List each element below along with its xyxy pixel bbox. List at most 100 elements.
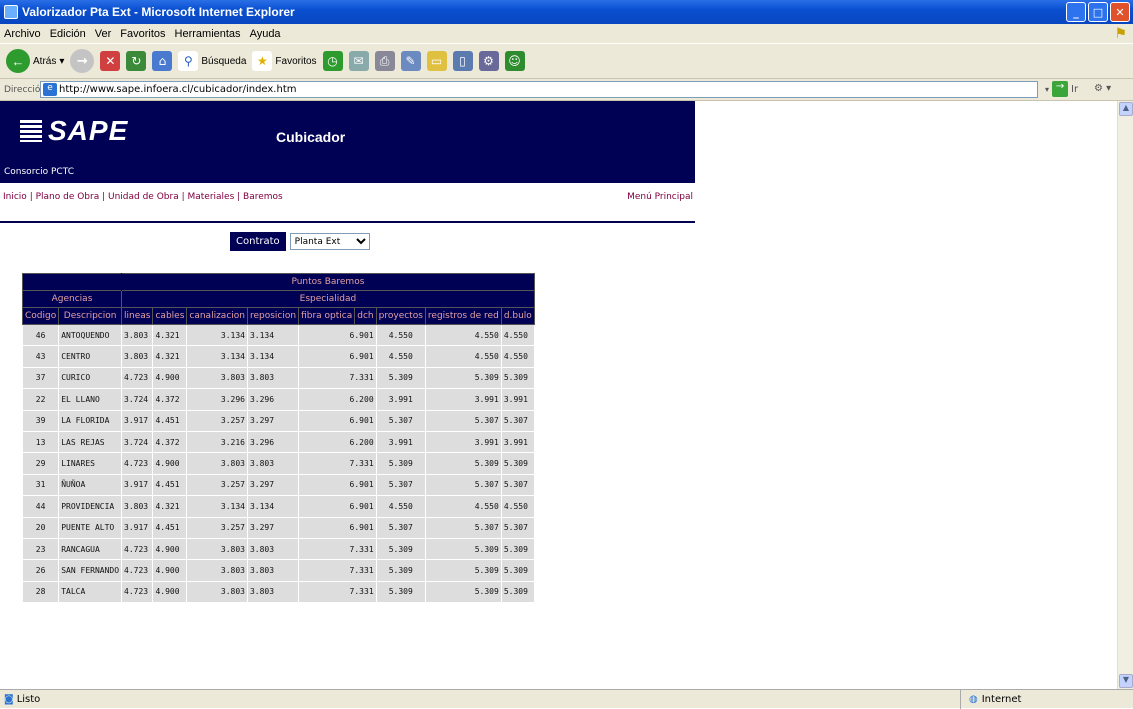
browser-window: Valorizador Pta Ext - Microsoft Internet… bbox=[0, 0, 1133, 709]
nav-menu-principal[interactable]: Menú Principal bbox=[627, 192, 693, 202]
org-name: Consorcio PCTC bbox=[4, 167, 74, 177]
scroll-up-icon[interactable]: ▲ bbox=[1119, 102, 1133, 116]
table-cell: 26 bbox=[21, 559, 60, 582]
status-text: Listo bbox=[16, 693, 41, 705]
table-cell: 5.307 bbox=[500, 473, 535, 497]
column-header: Descripcion bbox=[58, 307, 123, 325]
title-bar[interactable]: Valorizador Pta Ext - Microsoft Internet… bbox=[0, 0, 1133, 24]
forward-arrow-icon[interactable]: → bbox=[70, 49, 95, 73]
column-header: canalizacion bbox=[186, 307, 248, 325]
table-cell: 3.134 bbox=[246, 345, 300, 368]
search-button[interactable]: ⚲ Búsqueda bbox=[178, 51, 246, 71]
table-cell: 3.917 bbox=[121, 473, 154, 497]
table-cell: 29 bbox=[21, 452, 60, 475]
go-button[interactable]: ▾ → Ir bbox=[1045, 81, 1078, 97]
table-cell: 6.901 bbox=[298, 473, 377, 497]
menu-favoritos[interactable]: Favoritos bbox=[120, 28, 165, 40]
table-cell: 3.803 bbox=[246, 366, 300, 390]
table-cell: 6.200 bbox=[298, 430, 377, 454]
contract-select[interactable]: Planta Ext bbox=[289, 233, 370, 250]
maximize-button[interactable]: □ bbox=[1088, 2, 1108, 22]
home-icon[interactable]: ⌂ bbox=[152, 51, 173, 71]
table-cell: 4.900 bbox=[152, 559, 188, 582]
table-cell: 3.134 bbox=[186, 495, 248, 518]
menu-ayuda[interactable]: Ayuda bbox=[250, 28, 281, 40]
site-nav: Inicio | Plano de Obra | Unidad de Obra … bbox=[0, 183, 695, 223]
menu-edicion[interactable]: Edición bbox=[50, 28, 86, 40]
table-cell: SAN FERNANDO bbox=[58, 559, 123, 582]
table-cell: 3.991 bbox=[424, 430, 502, 454]
nav-baremos[interactable]: Baremos bbox=[243, 192, 283, 202]
table-row: 26 SAN FERNANDO 4.723 4.900 3.803 3.803 7.331 5… bbox=[21, 559, 535, 582]
address-input[interactable]: e http://www.sape.infoera.cl/cubicador/in… bbox=[40, 81, 1038, 98]
table-cell: 5.309 bbox=[424, 537, 502, 561]
table-cell: 5.307 bbox=[500, 409, 535, 432]
refresh-icon[interactable]: ↻ bbox=[126, 51, 147, 71]
table-cell: 3.297 bbox=[246, 409, 300, 432]
table-cell: 28 bbox=[21, 580, 60, 604]
favorites-button[interactable]: ★ Favoritos bbox=[252, 51, 317, 71]
nav-inicio[interactable]: Inicio bbox=[3, 192, 27, 202]
star-icon: ★ bbox=[252, 51, 273, 71]
table-cell: 4.550 bbox=[500, 345, 535, 368]
history-icon[interactable]: ◷ bbox=[322, 51, 343, 71]
nav-unidad-de-obra[interactable]: Unidad de Obra bbox=[108, 192, 179, 202]
mail-icon[interactable]: ✉ bbox=[348, 51, 369, 71]
table-cell: 46 bbox=[21, 323, 60, 347]
edit-icon[interactable]: ✎ bbox=[400, 51, 421, 71]
page-icon: e bbox=[43, 83, 57, 96]
table-cell: 5.309 bbox=[424, 452, 502, 475]
back-button[interactable]: ← Atrás ▾ bbox=[6, 49, 64, 73]
menu-ver[interactable]: Ver bbox=[95, 28, 112, 40]
table-cell: 5.309 bbox=[500, 537, 535, 561]
table-cell: 3.297 bbox=[246, 473, 300, 497]
table-cell: 4.550 bbox=[424, 495, 502, 518]
status-bar: ◙ Listo ◍ Internet bbox=[0, 689, 1133, 709]
messenger-icon[interactable]: ☺ bbox=[504, 51, 525, 71]
group-agencias: Agencias bbox=[21, 290, 123, 308]
page-status-icon: ◙ bbox=[4, 693, 14, 705]
vertical-scrollbar[interactable]: ▲ ▼ bbox=[1117, 101, 1133, 689]
table-cell: 3.803 bbox=[246, 559, 300, 582]
table-row: 28 TALCA 4.723 4.900 3.803 3.803 7.331 5.309 5.3… bbox=[21, 580, 535, 604]
table-cell: 5.309 bbox=[375, 537, 426, 561]
table-cell: 3.803 bbox=[121, 323, 154, 347]
menu-archivo[interactable]: Archivo bbox=[4, 28, 41, 40]
research-icon[interactable]: ⚙ bbox=[478, 51, 499, 71]
table-cell: 5.309 bbox=[424, 366, 502, 390]
table-cell: TALCA bbox=[58, 580, 123, 604]
table-cell: 3.991 bbox=[500, 388, 535, 411]
column-header: registros de red bbox=[424, 307, 502, 325]
menu-herramientas[interactable]: Herramientas bbox=[175, 28, 241, 40]
nav-materiales[interactable]: Materiales bbox=[187, 192, 234, 202]
table-cell: 3.991 bbox=[375, 388, 426, 411]
table-cell: 37 bbox=[21, 366, 60, 390]
page-icon[interactable]: ▯ bbox=[452, 51, 473, 71]
table-cell: 4.451 bbox=[152, 409, 188, 432]
table-row: 43 CENTRO 3.803 4.321 3.134 3.134 6.901 4.550 4.… bbox=[21, 345, 535, 368]
minimize-button[interactable]: _ bbox=[1066, 2, 1086, 22]
table-cell: 4.550 bbox=[424, 323, 502, 347]
table-cell: 7.331 bbox=[298, 559, 377, 582]
scroll-down-icon[interactable]: ▼ bbox=[1119, 674, 1133, 688]
table-cell: 4.550 bbox=[375, 323, 426, 347]
column-header: fibra optica bbox=[298, 307, 356, 325]
table-cell: 3.724 bbox=[121, 430, 154, 454]
table-cell: PROVIDENCIA bbox=[58, 495, 123, 518]
table-cell: 6.901 bbox=[298, 495, 377, 518]
links-button[interactable]: ⚙ ▾ bbox=[1094, 83, 1111, 94]
print-icon[interactable]: ⎙ bbox=[374, 51, 395, 71]
address-bar: Dirección e http://www.sape.infoera.cl/cu… bbox=[0, 79, 1133, 101]
table-cell: 3.216 bbox=[186, 430, 248, 454]
table-cell: 3.917 bbox=[121, 516, 154, 539]
table-cell: 3.257 bbox=[186, 473, 248, 497]
table-cell: 4.550 bbox=[500, 495, 535, 518]
folder-icon[interactable]: ▭ bbox=[426, 51, 447, 71]
table-cell: 44 bbox=[21, 495, 60, 518]
table-cell: 6.200 bbox=[298, 388, 377, 411]
table-cell: 5.309 bbox=[375, 559, 426, 582]
close-button[interactable]: ✕ bbox=[1110, 2, 1130, 22]
stop-icon[interactable]: ✕ bbox=[100, 51, 121, 71]
nav-plano-de-obra[interactable]: Plano de Obra bbox=[36, 192, 100, 202]
table-cell: 6.901 bbox=[298, 516, 377, 539]
